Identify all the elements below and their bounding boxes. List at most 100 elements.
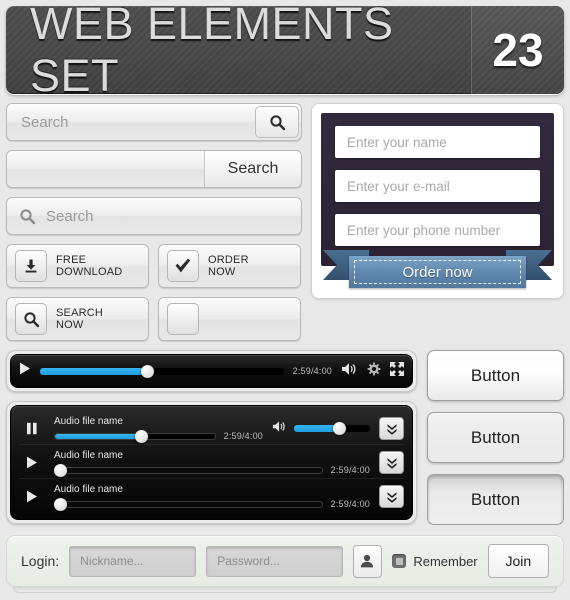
checkbox-mark [395,557,403,565]
label-line-2: NOW [208,266,236,278]
audio-player-body: Audio file name 2:59/4:00 Audio file nam… [10,405,413,520]
audio-expand-button[interactable] [379,485,404,508]
order-now-ribbon-button[interactable]: Order now [349,256,526,288]
free-download-button[interactable]: FREE DOWNLOAD [6,244,149,288]
audio-expand-button[interactable] [379,417,404,440]
volume-icon [272,420,285,432]
order-form-card: Enter your name Enter your e-mail Enter … [311,103,564,341]
phone-field[interactable]: Enter your phone number [335,214,540,246]
audio-progress-knob[interactable] [134,429,148,443]
audio-track-row: Audio file name 2:59/4:00 [19,444,404,478]
label-line-1: FREE [56,253,87,266]
search-icon [20,208,36,224]
video-fullscreen-button[interactable] [390,361,404,381]
double-chevron-down-icon [387,423,396,435]
fullscreen-icon [390,361,404,376]
pause-icon [27,422,37,435]
search-field-inline-icon[interactable]: Search [6,197,302,235]
audio-track-progress-row: 2:59/4:00 [53,463,370,477]
blank-icon-box [167,303,199,335]
audio-expand-button[interactable] [379,451,404,474]
button-hover[interactable]: Button [427,412,564,463]
login-label: Login: [21,553,60,569]
empty-icon-button[interactable] [158,297,301,341]
audio-track-name: Audio file name [54,416,123,427]
password-field[interactable]: Password... [206,545,343,577]
order-form-white-card: Enter your name Enter your e-mail Enter … [311,103,564,299]
search-input-2[interactable] [7,151,204,187]
video-progress-knob[interactable] [140,364,154,378]
remember-checkbox[interactable] [392,554,407,568]
audio-volume-slider[interactable] [294,422,370,435]
audio-volume-group [272,420,370,438]
audio-track-row: Audio file name 2:59/4:00 [19,411,404,444]
play-icon [20,362,30,375]
order-now-ribbon: Order now [321,250,554,290]
video-volume-button[interactable] [341,362,358,381]
user-profile-button[interactable] [352,544,383,578]
audio-volume-button[interactable] [272,420,287,438]
check-icon-box [167,250,199,282]
login-bar: Login: Nickname... Password... Remember … [6,535,564,587]
label-line-1: SEARCH [56,306,104,319]
search-input[interactable]: Search [7,104,253,140]
join-button[interactable]: Join [487,544,549,578]
audio-track-row: Audio file name 2:59/4:00 [19,478,404,512]
user-icon [361,554,374,568]
search-field-with-icon-button[interactable]: Search [6,103,302,141]
name-field[interactable]: Enter your name [335,126,540,158]
nickname-field[interactable]: Nickname... [69,545,197,577]
free-download-label: FREE DOWNLOAD [56,254,122,279]
remember-label: Remember [413,553,478,569]
order-form-dark-panel: Enter your name Enter your e-mail Enter … [321,113,554,266]
audio-track-progress-row: 2:59/4:00 [54,429,263,443]
video-settings-button[interactable] [367,362,381,381]
audio-track-name: Audio file name [54,484,123,495]
action-button-grid: FREE DOWNLOAD ORDER NOW SEARCH NOW [6,244,302,341]
search-icon-box [15,303,47,335]
header-banner: WEB ELEMENTS SET 23 [6,6,564,94]
download-icon [25,259,37,273]
video-progress-slider[interactable] [40,364,284,378]
audio-track-progress-row: 2:59/4:00 [53,497,370,511]
media-area: 2:59/4:00 Audio file name 2:59/4:00 Audi… [6,350,564,525]
video-player: 2:59/4:00 [6,350,417,392]
video-time: 2:59/4:00 [292,366,332,376]
login-bar-base-shadow [13,587,557,593]
audio-pause-button[interactable] [19,422,45,435]
gear-icon [367,362,381,375]
email-field[interactable]: Enter your e-mail [335,170,540,202]
search-icon-button[interactable] [255,106,299,138]
search-field-with-text-button[interactable]: Search [6,150,302,188]
search-button[interactable]: Search [204,151,301,187]
audio-play-button[interactable] [19,456,45,469]
button-normal[interactable]: Button [427,350,564,401]
audio-volume-knob[interactable] [333,422,347,435]
order-now-button[interactable]: ORDER NOW [158,244,301,288]
search-icon [23,311,39,327]
audio-progress-slider[interactable] [53,463,323,477]
upper-columns: Search Search Search FREE DOWNLOAD ORDER… [6,103,564,341]
button-pressed[interactable]: Button [427,474,564,525]
audio-time: 2:59/4:00 [330,499,370,509]
search-input-3[interactable]: Search [46,208,94,225]
search-now-button[interactable]: SEARCH NOW [6,297,149,341]
audio-play-button[interactable] [19,490,45,503]
search-icon [269,114,285,130]
audio-track-main: Audio file name 2:59/4:00 [53,484,370,511]
video-play-button[interactable] [19,362,31,380]
audio-player: Audio file name 2:59/4:00 Audio file nam… [6,401,417,524]
audio-progress-slider[interactable] [53,497,323,511]
audio-progress-slider[interactable] [54,429,216,443]
audio-progress-knob[interactable] [53,497,67,511]
remember-checkbox-group[interactable]: Remember [392,553,478,569]
audio-time: 2:59/4:00 [223,431,263,441]
players-column: 2:59/4:00 Audio file name 2:59/4:00 Audi… [6,350,417,524]
audio-progress-fill [55,433,142,439]
login-bar-wrap: Login: Nickname... Password... Remember … [6,535,564,593]
volume-icon [342,362,356,375]
order-now-label: ORDER NOW [208,254,249,279]
audio-progress-knob[interactable] [53,463,67,477]
label-line-2: NOW [56,319,84,331]
double-chevron-down-icon [387,457,396,469]
